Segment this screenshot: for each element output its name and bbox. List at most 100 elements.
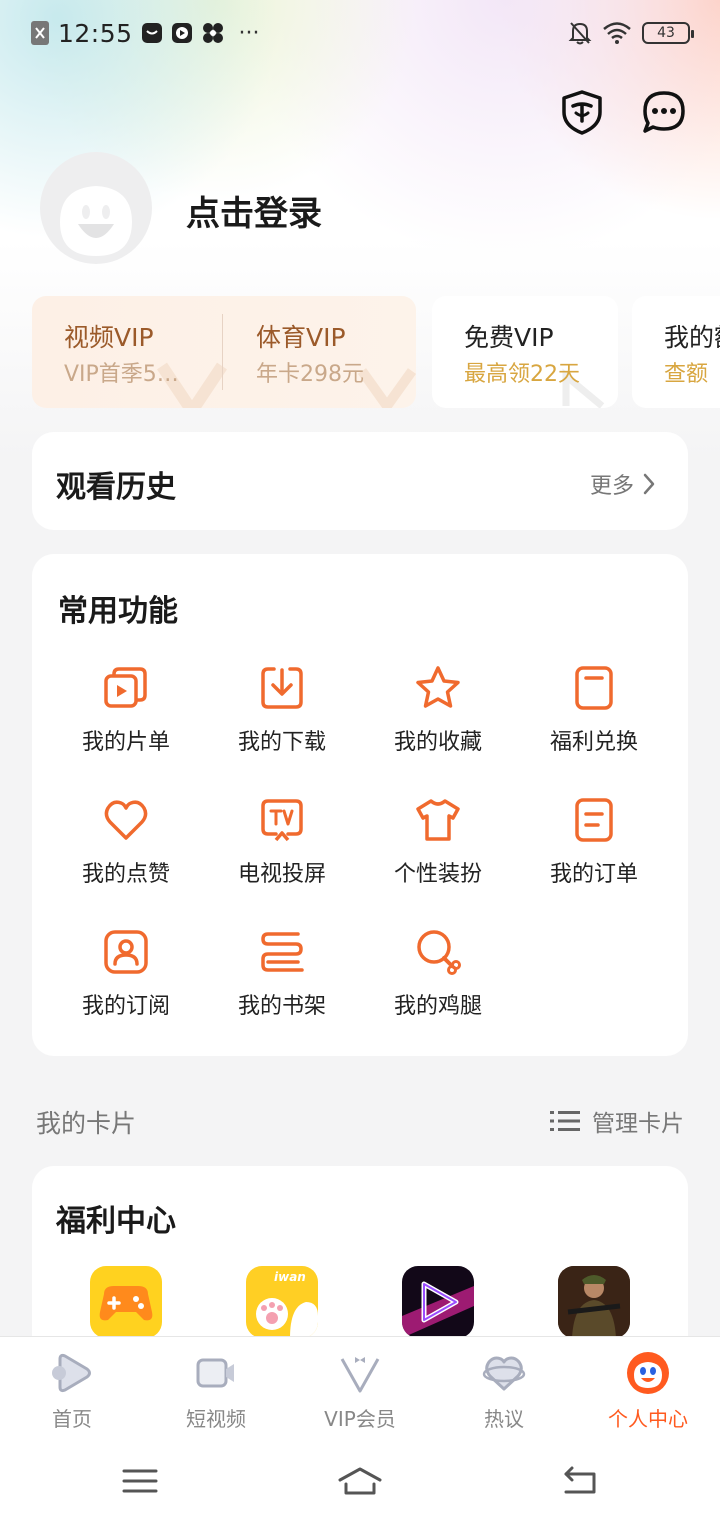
iwan-app-label: iwan <box>274 1270 306 1284</box>
back-icon[interactable] <box>560 1464 600 1498</box>
free-vip-card[interactable]: 免费VIP 最高领22天 <box>432 296 618 408</box>
sports-vip-title: 体育VIP <box>256 323 346 352</box>
avatar[interactable] <box>40 152 152 264</box>
avatar-face-icon <box>60 186 132 256</box>
sports-vip-item[interactable]: 体育VIP 年卡298元 <box>223 296 416 408</box>
nav-personal-center[interactable]: 个人中心 <box>576 1351 720 1441</box>
heart-icon <box>104 800 148 840</box>
discussion-icon <box>482 1356 526 1391</box>
common-functions-title: 常用功能 <box>58 594 178 629</box>
free-vip-subtitle: 最高领22天 <box>464 362 580 387</box>
nav-label: 个人中心 <box>608 1407 688 1431</box>
message-icon[interactable] <box>640 88 688 136</box>
profile-mascot-icon <box>627 1352 669 1394</box>
func-welfare-redeem[interactable]: 福利兑换 <box>516 654 672 774</box>
video-app-icon[interactable] <box>402 1266 474 1338</box>
func-my-playlist[interactable]: 我的片单 <box>48 654 204 774</box>
wifi-icon <box>603 22 631 44</box>
func-my-likes[interactable]: 我的点赞 <box>48 786 204 906</box>
func-label: 我的点赞 <box>81 862 170 887</box>
nav-home[interactable]: 首页 <box>0 1351 144 1441</box>
mute-bell-icon <box>568 22 592 45</box>
my-quota-subtitle: 查额 <box>664 362 709 387</box>
func-label: 我的书架 <box>237 994 326 1019</box>
func-label: 我的下载 <box>237 730 326 755</box>
notification-fan-icon <box>202 23 223 43</box>
drumstick-icon <box>417 930 461 975</box>
sports-vip-subtitle: 年卡298元 <box>256 362 364 387</box>
star-icon <box>416 666 460 708</box>
func-my-drumsticks[interactable]: 我的鸡腿 <box>360 918 516 1038</box>
video-vip-subtitle: VIP首季5… <box>64 362 179 387</box>
my-cards-title: 我的卡片 <box>36 1109 137 1138</box>
iwan-app-icon[interactable]: iwan <box>246 1266 318 1338</box>
func-label: 我的片单 <box>81 730 170 755</box>
func-personal-dressup[interactable]: 个性装扮 <box>360 786 516 906</box>
nav-label: 首页 <box>52 1407 92 1431</box>
func-my-subscriptions[interactable]: 我的订阅 <box>48 918 204 1038</box>
status-bar: 12:55 ··· 43 <box>0 0 720 66</box>
welfare-center-title: 福利中心 <box>56 1204 176 1239</box>
common-functions-card: 常用功能 我的片单 我的下载 我的收藏 福利兑换 我的点赞 电视投屏 个性装扮 … <box>32 554 688 1056</box>
gamepad-icon <box>99 1286 153 1321</box>
func-label: 我的订阅 <box>81 994 170 1019</box>
video-vip-title: 视频VIP <box>64 323 154 352</box>
func-my-favorites[interactable]: 我的收藏 <box>360 654 516 774</box>
download-icon <box>261 667 303 709</box>
func-label: 我的鸡腿 <box>393 994 482 1019</box>
tv-cast-icon <box>261 799 303 842</box>
vip-icon <box>340 1357 380 1393</box>
nav-short-video[interactable]: 短视频 <box>144 1351 288 1441</box>
menu-icon[interactable] <box>120 1464 160 1498</box>
system-navigation-bar <box>0 1446 720 1520</box>
func-my-download[interactable]: 我的下载 <box>204 654 360 774</box>
nav-label: VIP会员 <box>324 1407 396 1431</box>
status-time: 12:55 <box>58 18 133 48</box>
shield-teen-mode-icon[interactable] <box>558 88 606 136</box>
my-cards-header: 我的卡片 管理卡片 <box>36 1098 684 1142</box>
func-label: 我的订单 <box>549 862 638 887</box>
soldier-icon <box>558 1266 630 1338</box>
nav-vip-member[interactable]: VIP会员 <box>288 1351 432 1441</box>
func-label: 电视投屏 <box>237 862 326 887</box>
soldier-game-icon[interactable] <box>558 1266 630 1338</box>
subscribe-icon <box>104 930 148 974</box>
shirt-icon <box>416 799 460 841</box>
func-my-bookshelf[interactable]: 我的书架 <box>204 918 360 1038</box>
history-more-label: 更多 <box>589 474 634 499</box>
notification-app-icon <box>141 23 162 43</box>
chevron-right-icon <box>643 473 655 495</box>
neon-play-icon <box>402 1281 474 1338</box>
func-my-orders[interactable]: 我的订单 <box>516 786 672 906</box>
short-video-icon <box>196 1358 234 1388</box>
playlist-icon <box>104 667 147 708</box>
manage-cards-label: 管理卡片 <box>592 1111 684 1137</box>
free-vip-title: 免费VIP <box>464 323 554 352</box>
battery-indicator: 43 <box>642 22 694 44</box>
order-icon <box>575 798 613 842</box>
manage-cards-button[interactable]: 管理卡片 <box>550 1104 684 1138</box>
home-play-icon <box>52 1353 91 1393</box>
my-quota-card[interactable]: 我的额 查额 <box>632 296 720 408</box>
sim-icon <box>31 21 49 45</box>
func-tv-cast[interactable]: 电视投屏 <box>204 786 360 906</box>
watch-history-card[interactable]: 观看历史 更多 <box>32 432 688 530</box>
bookshelf-icon <box>261 932 304 972</box>
func-label: 个性装扮 <box>393 862 482 887</box>
watch-history-title: 观看历史 <box>56 470 176 505</box>
login-prompt[interactable]: 点击登录 <box>186 186 322 235</box>
video-vip-item[interactable]: 视频VIP VIP首季5… <box>32 296 222 408</box>
bottom-navigation: 首页 短视频 VIP会员 热议 个人中心 <box>0 1336 720 1446</box>
game-app-icon[interactable] <box>90 1266 162 1338</box>
vip-offer-card: 视频VIP VIP首季5… 体育VIP 年卡298元 <box>32 296 416 408</box>
battery-level: 43 <box>657 25 675 41</box>
nav-hot-discussion[interactable]: 热议 <box>432 1351 576 1441</box>
vip-card-row: 视频VIP VIP首季5… 体育VIP 年卡298元 免费VIP 最高领22天 … <box>32 296 720 408</box>
history-more-link[interactable]: 更多 <box>590 468 656 500</box>
my-quota-title: 我的额 <box>664 323 720 352</box>
nav-label: 短视频 <box>186 1407 246 1431</box>
notification-player-icon <box>171 23 192 43</box>
func-label: 福利兑换 <box>549 730 638 755</box>
home-icon[interactable] <box>336 1464 384 1498</box>
redeem-icon <box>575 666 613 710</box>
